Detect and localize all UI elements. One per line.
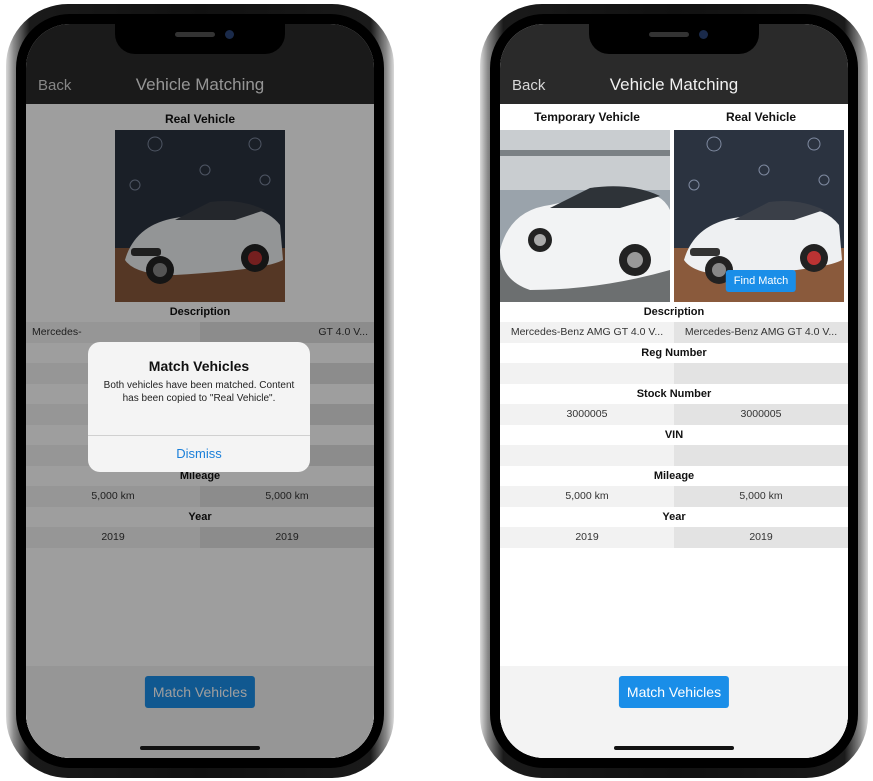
year-left: 2019 — [500, 527, 674, 548]
row-mileage: 5,000 km 5,000 km — [500, 486, 848, 507]
label-reg: Reg Number — [641, 347, 707, 359]
mileage-left: 5,000 km — [500, 486, 674, 507]
vehicle-photos: Find Match — [500, 130, 848, 302]
temporary-vehicle-header: Temporary Vehicle — [534, 110, 640, 124]
home-indicator[interactable] — [614, 746, 734, 750]
stock-left: 3000005 — [500, 404, 674, 425]
match-vehicles-button[interactable]: Match Vehicles — [618, 676, 730, 708]
reg-right — [674, 363, 848, 384]
label-stock: Stock Number — [636, 388, 712, 400]
alert-dialog: Match Vehicles Both vehicles have been m… — [88, 342, 310, 472]
vin-right — [674, 445, 848, 466]
mileage-right: 5,000 km — [674, 486, 848, 507]
stock-right: 3000005 — [674, 404, 848, 425]
front-camera — [225, 30, 234, 39]
home-indicator[interactable] — [140, 746, 260, 750]
real-vehicle-header: Real Vehicle — [725, 110, 797, 124]
row-description: Mercedes-Benz AMG GT 4.0 V... Mercedes-B… — [500, 322, 848, 343]
car-image — [500, 130, 670, 302]
notch — [115, 24, 285, 54]
desc-left: Mercedes-Benz AMG GT 4.0 V... — [500, 322, 674, 343]
phone-left: Back Vehicle Matching Real Vehicle Descr… — [6, 4, 394, 778]
real-vehicle-photo: Find Match — [674, 130, 848, 302]
notch — [589, 24, 759, 54]
find-match-button[interactable]: Find Match — [725, 270, 797, 292]
speaker — [175, 32, 215, 37]
phone-bezel: Back Vehicle Matching Temporary Vehicle … — [490, 14, 858, 768]
label-mileage: Mileage — [653, 470, 695, 482]
dismiss-button[interactable]: Dismiss — [88, 436, 310, 472]
desc-right: Mercedes-Benz AMG GT 4.0 V... — [674, 322, 848, 343]
label-year: Year — [662, 511, 686, 523]
speaker — [649, 32, 689, 37]
screen-left: Back Vehicle Matching Real Vehicle Descr… — [26, 24, 374, 758]
alert-title: Match Vehicles — [148, 358, 250, 374]
row-reg — [500, 363, 848, 384]
year-right: 2019 — [674, 527, 848, 548]
phone-right: Back Vehicle Matching Temporary Vehicle … — [480, 4, 868, 778]
reg-left — [500, 363, 674, 384]
screen-right: Back Vehicle Matching Temporary Vehicle … — [500, 24, 848, 758]
nav-title: Vehicle Matching — [609, 75, 739, 94]
label-vin: VIN — [664, 429, 684, 441]
bottom-bar: Match Vehicles — [500, 666, 848, 758]
front-camera — [699, 30, 708, 39]
vin-left — [500, 445, 674, 466]
row-year: 2019 2019 — [500, 527, 848, 548]
row-vin — [500, 445, 848, 466]
label-description: Description — [643, 306, 705, 318]
phone-bezel: Back Vehicle Matching Real Vehicle Descr… — [16, 14, 384, 768]
content: Temporary Vehicle Real Vehicle Find Matc… — [500, 104, 848, 758]
temporary-vehicle-photo — [500, 130, 674, 302]
alert-message: Both vehicles have been matched. Content… — [103, 380, 295, 404]
column-headers: Temporary Vehicle Real Vehicle — [500, 104, 848, 130]
row-stock: 3000005 3000005 — [500, 404, 848, 425]
